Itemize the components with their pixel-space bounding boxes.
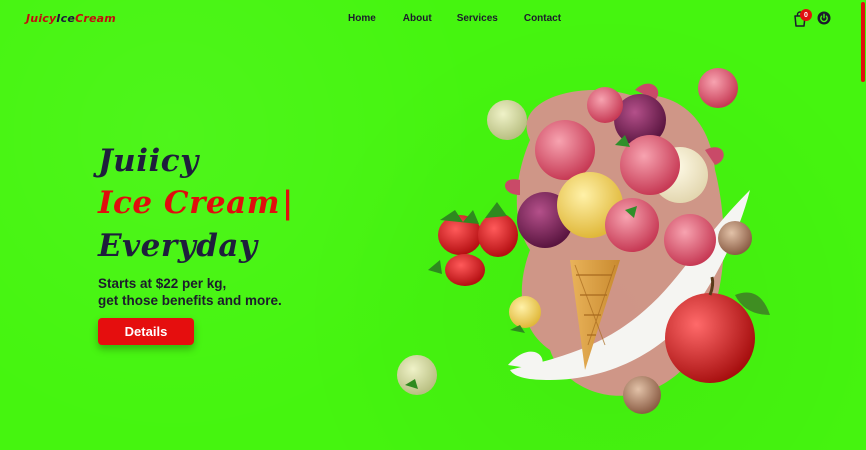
hero-subtitle-line2: get those benefits and more. <box>98 293 282 308</box>
hero-title-line3: Everyday <box>98 228 258 264</box>
hero-title-highlight: Ice Cream <box>98 185 281 221</box>
hero-title-line2: Ice Cream| <box>98 185 294 221</box>
page-scrollbar[interactable] <box>860 0 866 450</box>
brand-logo-part1: Juicy <box>26 12 57 25</box>
hero-subtitle: Starts at $22 per kg, get those benefits… <box>98 275 282 309</box>
nav-services[interactable]: Services <box>457 13 498 24</box>
brand-logo-part2: Ice <box>56 12 76 25</box>
typing-caret: | <box>282 185 294 221</box>
nav-contact[interactable]: Contact <box>524 13 561 24</box>
nav-about[interactable]: About <box>403 13 432 24</box>
hero-title-line1: Juiicy <box>98 143 199 179</box>
nav-home[interactable]: Home <box>348 13 376 24</box>
power-icon[interactable] <box>817 11 831 25</box>
hero-subtitle-line1: Starts at $22 per kg, <box>98 276 227 291</box>
scrollbar-thumb[interactable] <box>861 2 865 82</box>
cart-count-badge: 0 <box>800 9 812 21</box>
details-button[interactable]: Details <box>98 318 194 345</box>
brand-logo-part3: Cream <box>75 12 116 25</box>
ice-cream-illustration <box>397 68 770 414</box>
brand-logo[interactable]: JuicyIceCream <box>26 12 116 25</box>
main-nav: Home About Services Contact <box>348 13 561 24</box>
